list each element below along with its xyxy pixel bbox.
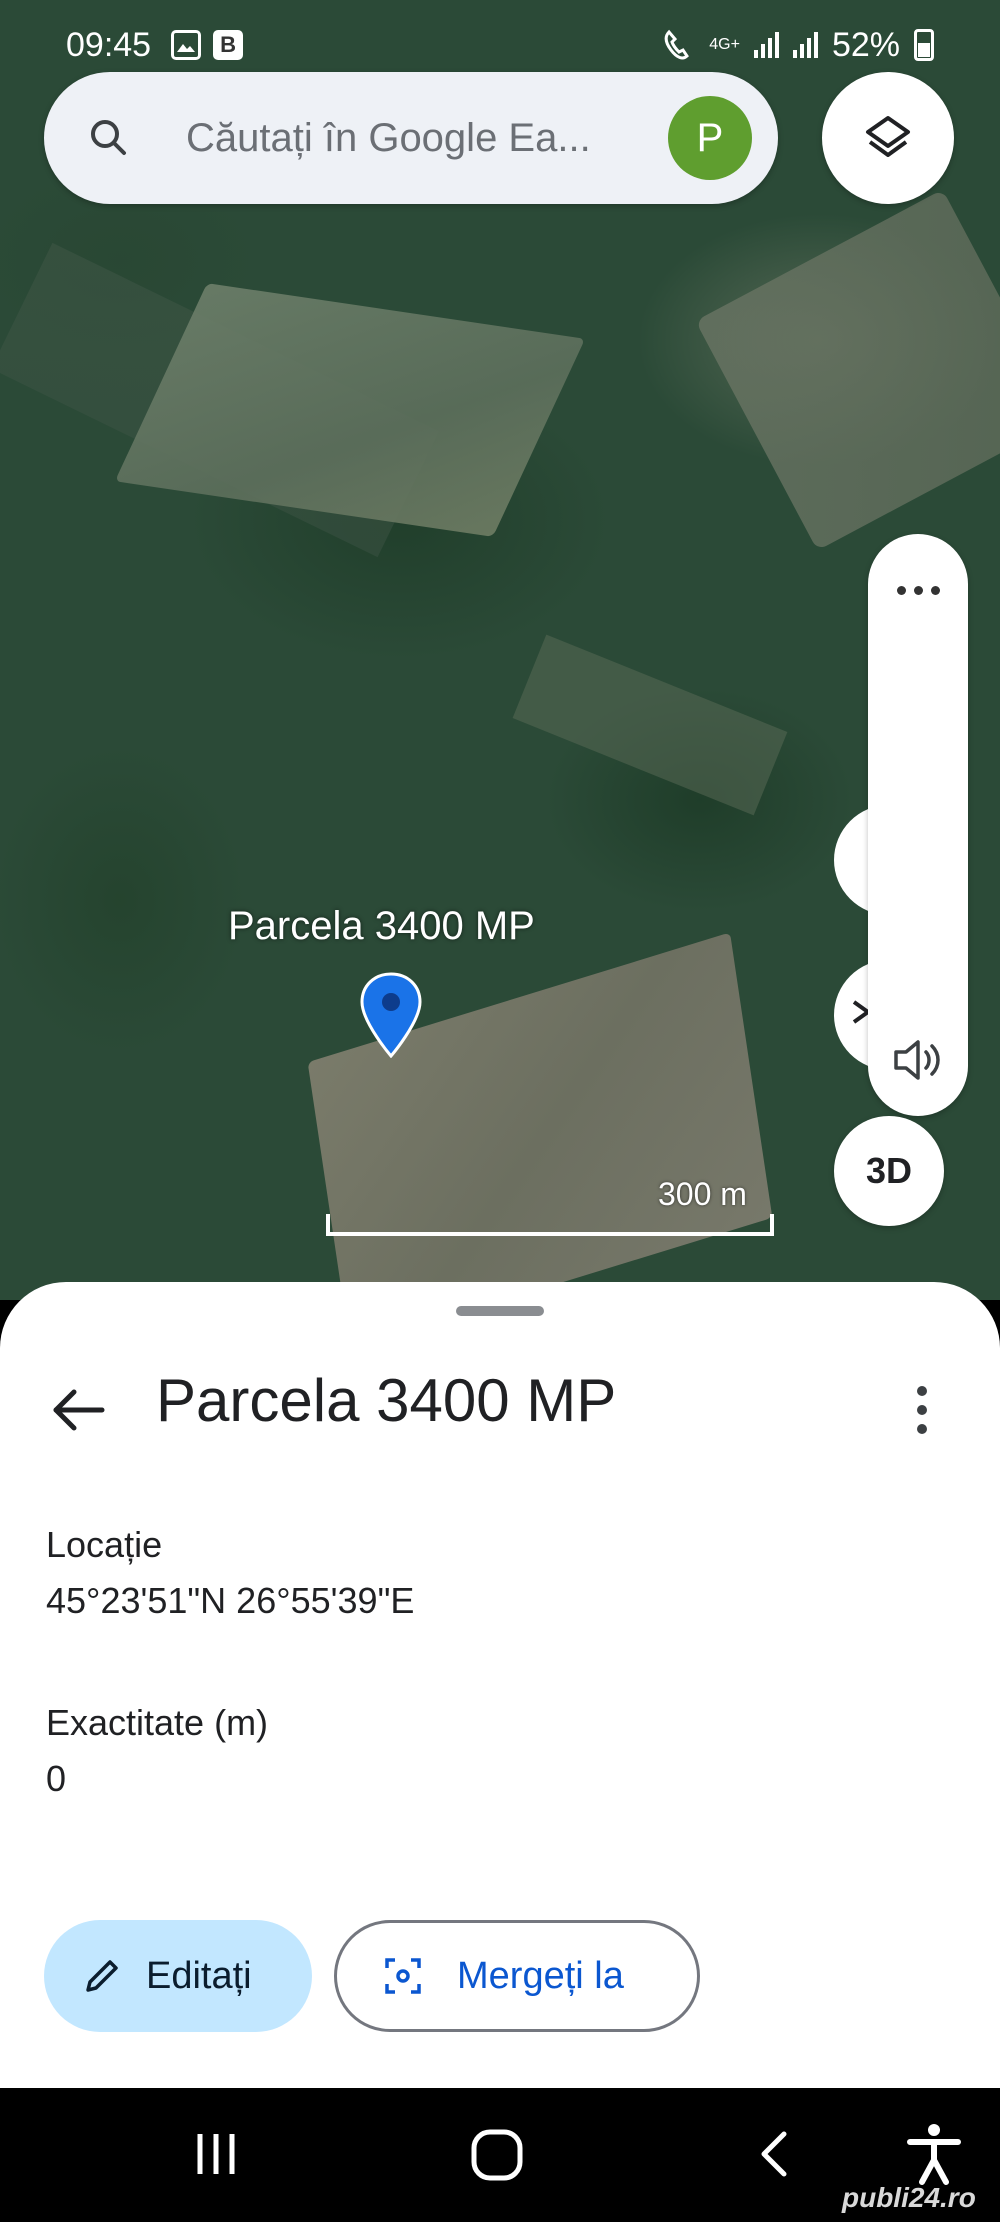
- map-terrain: [512, 634, 788, 816]
- back-arrow-icon[interactable]: [46, 1378, 110, 1442]
- avatar[interactable]: P: [668, 96, 752, 180]
- search-bar[interactable]: Căutați în Google Ea... P: [44, 72, 778, 204]
- signal-icon: [792, 32, 818, 58]
- home-icon[interactable]: [470, 2128, 524, 2182]
- satellite-map[interactable]: 09:45 B 4G+ 52% Căutați în Google Ea... …: [0, 0, 1000, 1300]
- watermark: publi24.ro: [842, 2182, 976, 2213]
- volume-icon[interactable]: [888, 1030, 948, 1090]
- battery-percent: 52%: [831, 25, 900, 64]
- recent-apps-icon[interactable]: [190, 2128, 242, 2180]
- pin-label: Parcela 3400 MP: [228, 904, 535, 948]
- focus-target-icon: [385, 1958, 421, 1994]
- layers-button[interactable]: [822, 72, 954, 204]
- accuracy-value: 0: [46, 1758, 67, 1799]
- map-terrain: [695, 189, 1000, 551]
- pencil-icon: [86, 1960, 118, 1992]
- location-pin-icon[interactable]: [358, 972, 424, 1058]
- go-to-button[interactable]: Mergeți la: [334, 1920, 700, 2032]
- scale-bar: [326, 1214, 774, 1236]
- page-title: Parcela 3400 MP: [156, 1367, 617, 1434]
- location-label: Locație: [46, 1524, 163, 1565]
- search-input[interactable]: Căutați în Google Ea...: [186, 116, 668, 161]
- more-vert-icon[interactable]: [902, 1374, 942, 1446]
- search-icon: [84, 113, 134, 163]
- side-panel: [868, 534, 968, 1116]
- placemark-sheet: Parcela 3400 MP Locație 45°23'51"N 26°55…: [0, 1282, 1000, 2088]
- location-value: 45°23'51"N 26°55'39"E: [46, 1580, 415, 1621]
- gallery-notification-icon: [171, 30, 202, 60]
- app-b-notification-icon: B: [213, 30, 244, 60]
- scale-label: 300 m: [658, 1176, 747, 1212]
- more-options-icon[interactable]: [868, 570, 968, 610]
- 3d-toggle-button[interactable]: 3D: [834, 1116, 944, 1226]
- layers-icon: [866, 116, 910, 157]
- network-type: 4G+: [709, 36, 740, 53]
- signal-icon: [753, 32, 779, 58]
- accuracy-label: Exactitate (m): [46, 1702, 269, 1743]
- status-time: 09:45: [66, 25, 152, 64]
- wifi-call-icon: [665, 29, 690, 60]
- battery-icon: [914, 29, 934, 61]
- drag-handle[interactable]: [456, 1306, 544, 1316]
- accessibility-icon[interactable]: [904, 2122, 964, 2186]
- back-nav-icon[interactable]: [754, 2128, 794, 2180]
- edit-button-label: Editați: [146, 1954, 252, 1997]
- edit-button[interactable]: Editați: [44, 1920, 312, 2032]
- go-to-button-label: Mergeți la: [457, 1954, 624, 1997]
